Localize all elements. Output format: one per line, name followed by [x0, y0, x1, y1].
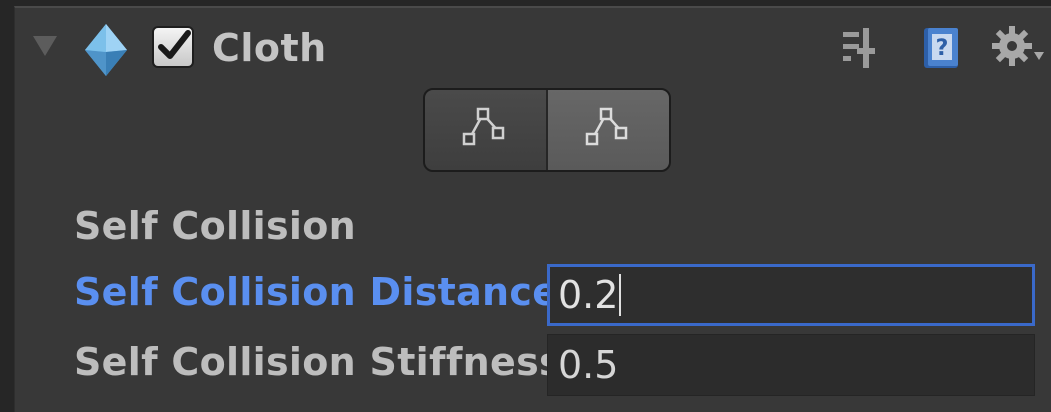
component-title: Cloth [212, 26, 327, 70]
preset-icon[interactable] [841, 22, 881, 76]
edit-constraints-toggle [423, 88, 671, 172]
foldout-expanded-icon[interactable] [33, 36, 57, 56]
cloth-inspector-panel: Cloth ? Self Collision Self Collision Di… [14, 6, 1051, 412]
gear-icon[interactable] [990, 22, 1048, 80]
svg-text:?: ? [936, 36, 949, 61]
self-collision-stiffness-field[interactable]: 0.5 [547, 334, 1035, 396]
edit-constraints-icon [462, 107, 505, 146]
component-header[interactable]: Cloth ? [15, 8, 1051, 86]
text-caret [619, 274, 622, 316]
edit-constraints-button[interactable] [425, 90, 548, 170]
self-collision-distance-field[interactable]: 0.2 [547, 264, 1035, 326]
component-enabled-checkbox[interactable] [152, 26, 194, 68]
cloth-icon [83, 22, 129, 78]
self-collision-distance-label: Self Collision Distance [74, 270, 547, 314]
help-book-icon[interactable]: ? [920, 22, 964, 76]
self-collision-stiffness-value: 0.5 [558, 343, 619, 387]
self-collision-stiffness-label: Self Collision Stiffness [74, 340, 547, 384]
edit-constraints-icon [585, 107, 628, 146]
edit-self-collision-button[interactable] [548, 90, 669, 170]
checkmark-icon [158, 30, 191, 59]
self-collision-label: Self Collision [74, 204, 357, 248]
self-collision-distance-value: 0.2 [558, 273, 619, 317]
